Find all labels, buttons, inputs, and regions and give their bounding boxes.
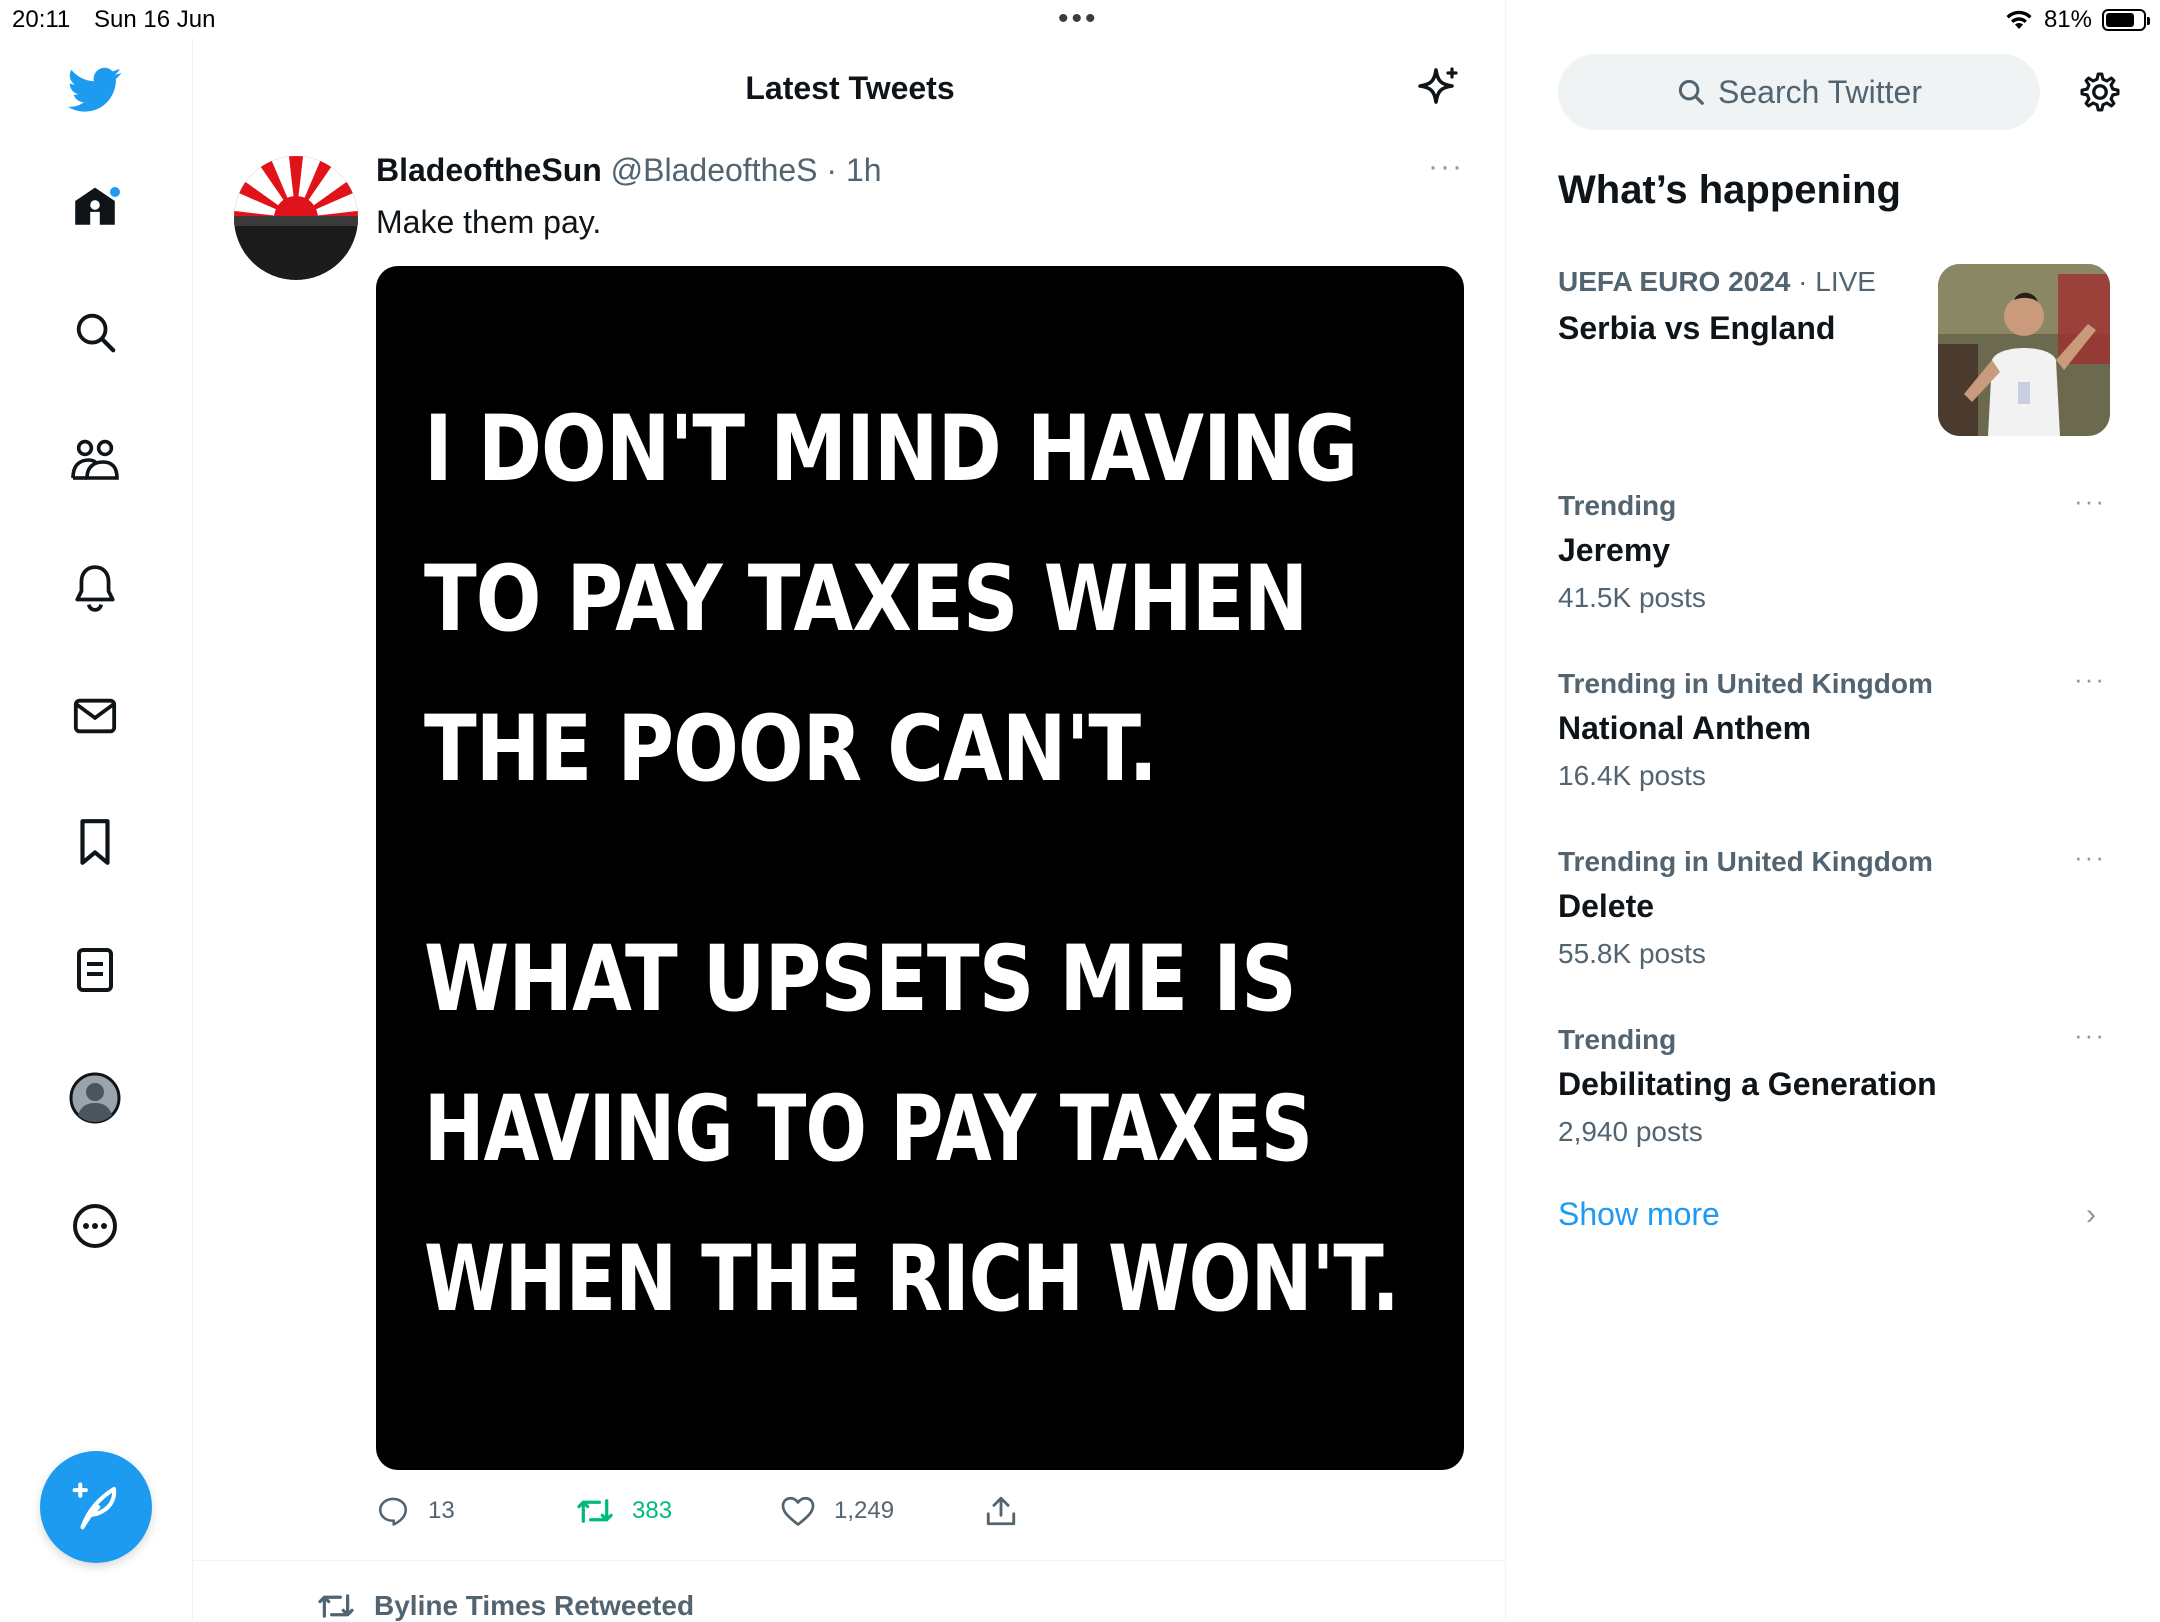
live-event-thumbnail[interactable] — [1938, 264, 2110, 436]
retweeted-by-text[interactable]: Byline Times Retweeted — [374, 1590, 694, 1622]
tweet-image[interactable]: I DON'T MIND HAVING TO PAY TAXES WHEN TH… — [376, 266, 1464, 1470]
twitter-logo-icon[interactable] — [67, 62, 123, 118]
show-more-link[interactable]: Show more — [1558, 1196, 1720, 1233]
battery-icon — [2102, 9, 2150, 31]
right-column-divider — [1505, 0, 1506, 1620]
compose-tweet-button[interactable] — [40, 1451, 152, 1563]
trend-posts: 55.8K posts — [1558, 938, 1706, 969]
more-options-icon[interactable] — [67, 1198, 123, 1254]
trend-category: Trending — [1558, 1024, 1677, 1055]
heart-icon — [781, 1496, 815, 1526]
live-event-title[interactable]: Serbia vs England — [1558, 310, 1835, 347]
search-placeholder: Search Twitter — [1718, 73, 1922, 110]
home-icon[interactable] — [67, 178, 123, 234]
tweet-divider — [193, 1560, 1505, 1561]
tweet-header: BladeoftheSun @BladeoftheS · 1h — [376, 152, 882, 189]
retweet-icon — [577, 1499, 613, 1523]
timeline-sparkle-icon[interactable] — [1414, 64, 1462, 117]
share-icon — [986, 1496, 1016, 1526]
live-event-name: UEFA EURO 2024 — [1558, 266, 1791, 297]
image-text-line: WHEN THE RICH WON'T. — [424, 1226, 1400, 1332]
trend-name[interactable]: Delete — [1558, 888, 1654, 925]
wifi-icon — [2006, 10, 2032, 29]
like-button[interactable]: 1,249 — [780, 1494, 894, 1528]
search-icon — [1678, 79, 1704, 105]
reply-icon — [378, 1497, 408, 1526]
trend-more-button[interactable]: ··· — [2074, 842, 2106, 873]
communities-icon[interactable] — [67, 432, 123, 488]
status-time: 20:11 — [12, 6, 71, 33]
trend-category: Trending in United Kingdom — [1558, 846, 1933, 877]
retweet-button[interactable]: 383 — [576, 1494, 672, 1528]
live-event-category: UEFA EURO 2024 · LIVE — [1558, 266, 1876, 298]
tweet-author-avatar[interactable] — [234, 156, 358, 280]
tweet-more-button[interactable]: ··· — [1428, 150, 1464, 184]
trend-name[interactable]: National Anthem — [1558, 710, 1811, 747]
feather-plus-icon — [72, 1482, 117, 1530]
share-button[interactable] — [984, 1494, 1018, 1528]
home-notification-dot — [110, 187, 120, 197]
trend-name[interactable]: Jeremy — [1558, 532, 1670, 569]
reply-count: 13 — [428, 1497, 455, 1524]
tweet-timestamp[interactable]: · 1h — [826, 152, 881, 188]
trend-name[interactable]: Debilitating a Generation — [1558, 1066, 1937, 1103]
retweet-indicator-icon — [318, 1594, 354, 1618]
retweet-count: 383 — [632, 1497, 673, 1524]
like-count: 1,249 — [834, 1497, 895, 1524]
settings-gear-icon[interactable] — [2078, 70, 2122, 119]
multitasking-dots[interactable]: ••• — [1058, 2, 1099, 36]
trend-posts: 41.5K posts — [1558, 582, 1706, 613]
search-icon[interactable] — [67, 304, 123, 360]
trend-category: Trending in United Kingdom — [1558, 668, 1933, 699]
image-text-line: HAVING TO PAY TAXES — [424, 1076, 1313, 1182]
chevron-right-icon: › — [2086, 1198, 2096, 1231]
search-input[interactable]: Search Twitter — [1558, 54, 2040, 130]
image-text-line: TO PAY TAXES WHEN — [424, 546, 1308, 652]
messages-envelope-icon[interactable] — [67, 688, 123, 744]
trend-more-button[interactable]: ··· — [2074, 1020, 2106, 1051]
status-indicators: 81% — [2004, 6, 2150, 34]
tweet-author-name[interactable]: BladeoftheSun — [376, 152, 602, 188]
profile-avatar-icon[interactable] — [67, 1070, 123, 1126]
status-date: Sun 16 Jun — [94, 6, 216, 33]
lists-icon[interactable] — [67, 942, 123, 998]
notifications-bell-icon[interactable] — [67, 560, 123, 616]
trend-posts: 2,940 posts — [1558, 1116, 1703, 1147]
live-event-status: · LIVE — [1790, 266, 1876, 297]
image-text-line: THE POOR CAN'T. — [424, 696, 1158, 802]
bookmarks-icon[interactable] — [67, 814, 123, 870]
trend-more-button[interactable]: ··· — [2074, 664, 2106, 695]
image-text-line: WHAT UPSETS ME IS — [424, 926, 1297, 1032]
image-text-line: I DON'T MIND HAVING — [424, 396, 1358, 502]
trend-posts: 16.4K posts — [1558, 760, 1706, 791]
tweet-author-handle[interactable]: @BladeoftheS — [611, 152, 818, 188]
trend-more-button[interactable]: ··· — [2074, 486, 2106, 517]
battery-percent: 81% — [2043, 6, 2092, 33]
retweeted-by-label: Byline Times Retweeted — [316, 1590, 694, 1622]
whats-happening-title: What’s happening — [1558, 168, 1901, 212]
reply-button[interactable]: 13 — [376, 1494, 455, 1528]
page-title: Latest Tweets — [745, 70, 955, 106]
sidebar-divider — [192, 38, 193, 1620]
trend-category: Trending — [1558, 490, 1677, 521]
tweet-text: Make them pay. — [376, 204, 602, 240]
